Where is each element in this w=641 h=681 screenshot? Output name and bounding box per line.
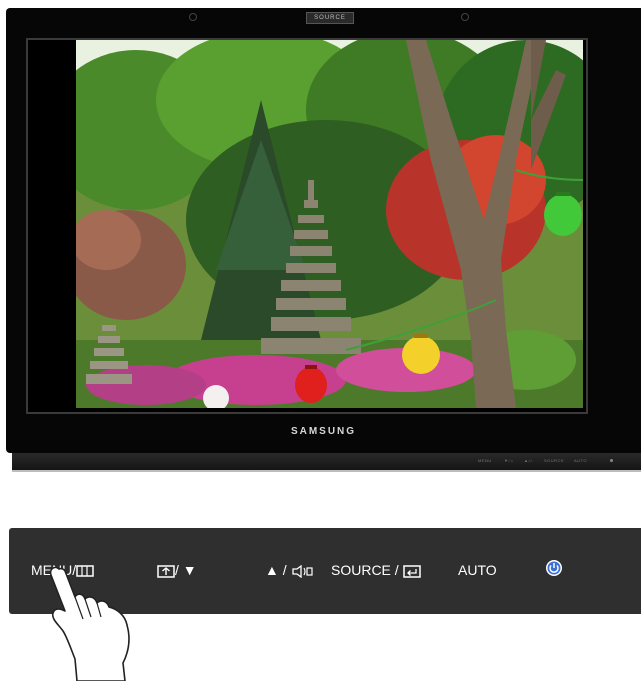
screen-image [76, 40, 583, 408]
power-icon[interactable] [545, 559, 563, 577]
monitor: SOURCE SAMSUNG [6, 8, 641, 453]
bezel-label-source: SOURCE [544, 458, 565, 463]
source-enter-button[interactable]: SOURCE / [331, 562, 421, 578]
sensor-icon [189, 13, 197, 21]
up-volume-button[interactable]: ▲ / [265, 562, 313, 579]
pointing-hand-icon [49, 566, 130, 681]
bezel-label-brightness: ▼/☼ [504, 458, 515, 463]
bezel-label-adjust: ▲/♪ [524, 458, 533, 463]
screen-frame [26, 38, 588, 414]
bezel-label-menu: MENU [478, 458, 492, 463]
monitor-bottom-bezel: MENU ▼/☼ ▲/♪ SOURCE AUTO [12, 453, 641, 472]
enter-icon [402, 565, 421, 578]
camera-icon [461, 13, 469, 21]
garden-pagoda-scene [76, 40, 583, 408]
brightness-down-button[interactable]: / ▼ [157, 562, 197, 578]
brand-logo: SAMSUNG [290, 426, 357, 437]
monitor-top-label: SOURCE [306, 12, 354, 24]
brightness-button-label: / ▼ [175, 562, 197, 578]
source-button-label: SOURCE / [331, 562, 403, 578]
brightness-icon [157, 565, 175, 578]
up-button-label: ▲ / [265, 562, 291, 578]
volume-icon [291, 564, 313, 579]
auto-button[interactable]: AUTO [458, 562, 497, 578]
power-led-icon [610, 459, 613, 462]
bezel-label-auto: AUTO [574, 458, 588, 463]
